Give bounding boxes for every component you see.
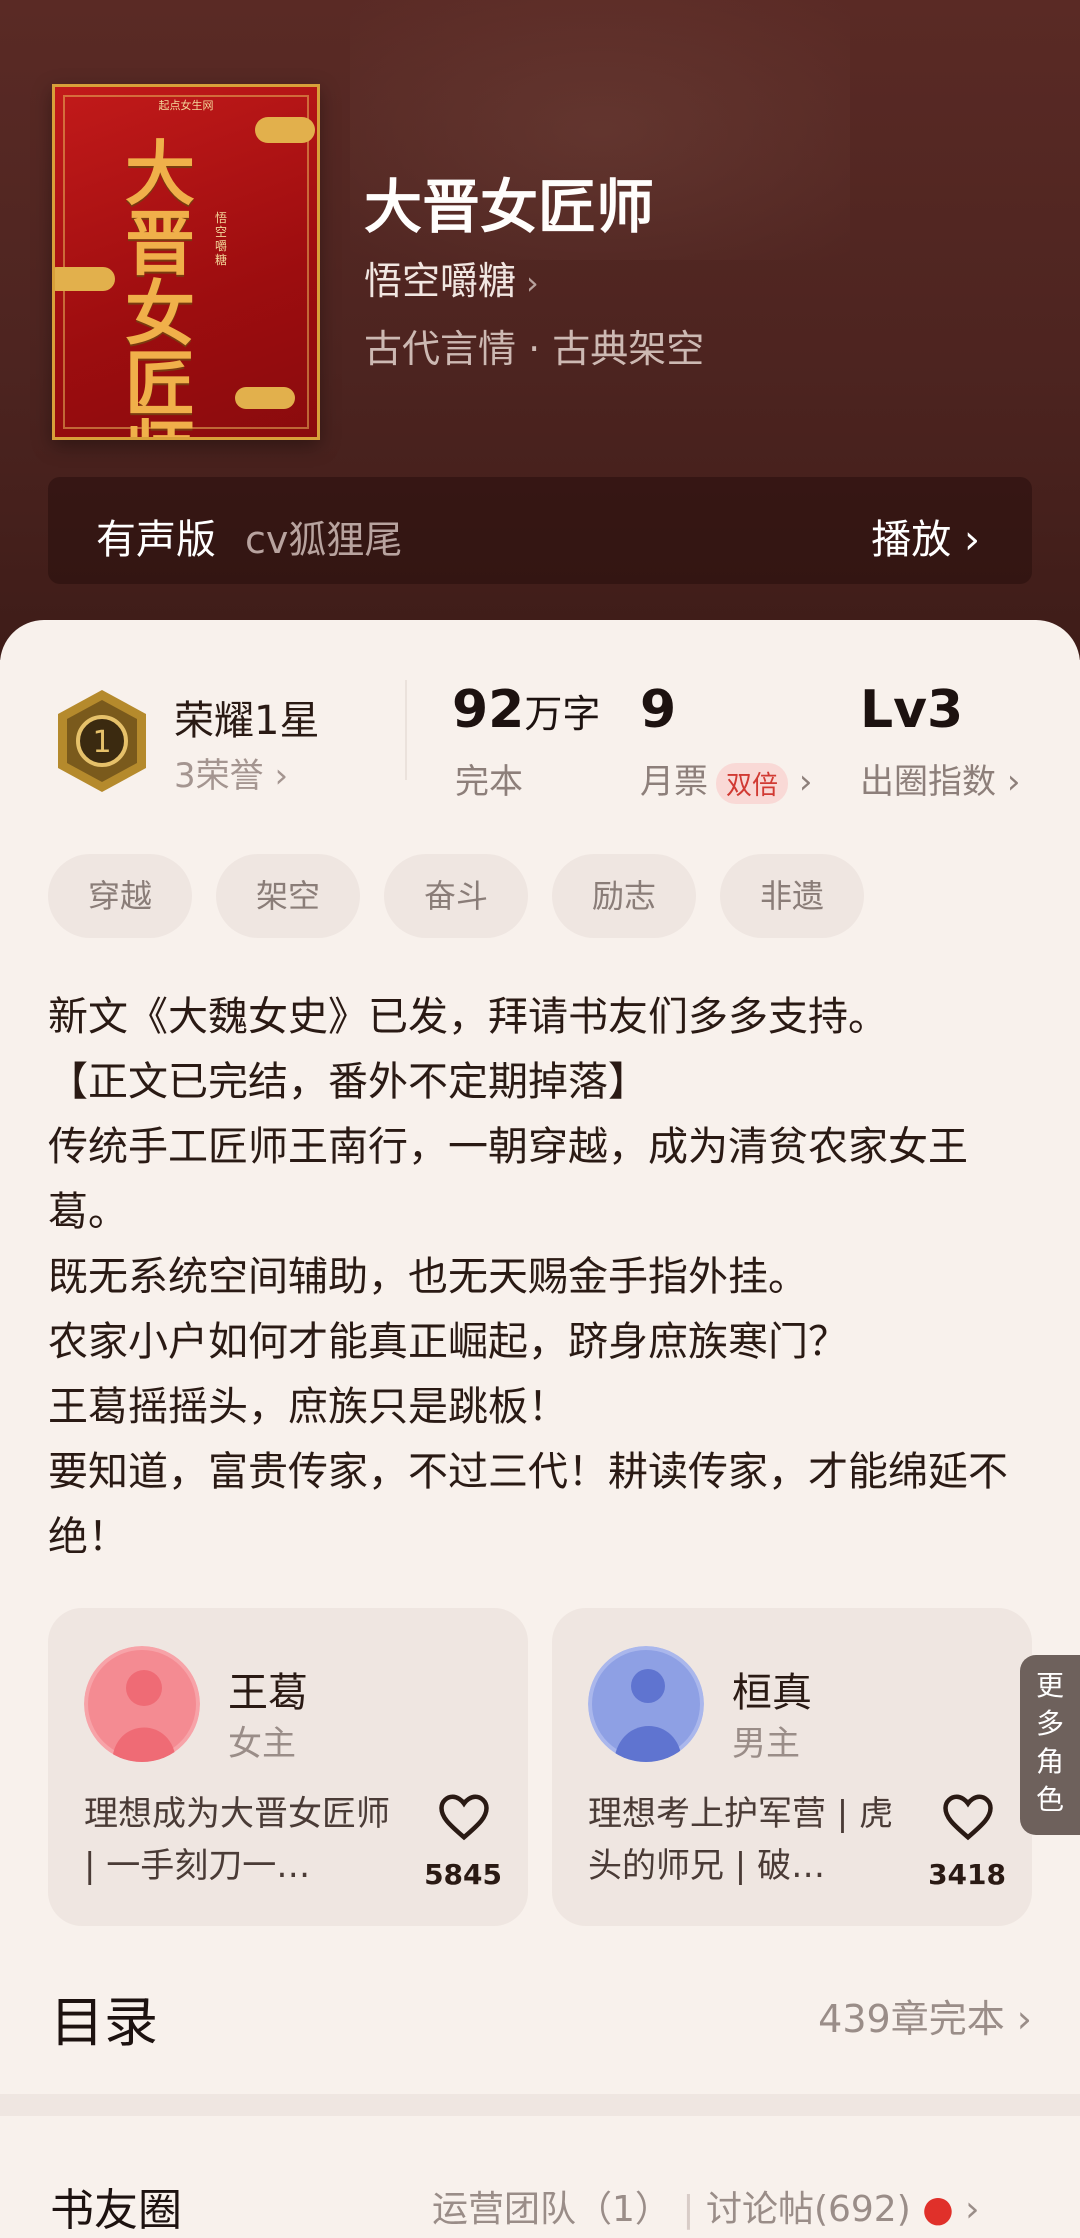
description-line: 【正文已完结，番外不定期掉落】 bbox=[48, 1059, 648, 1105]
cover-title-art: 大晋女匠师 bbox=[125, 132, 195, 438]
chevron-right-icon: › bbox=[1006, 762, 1021, 802]
reader-circle-title: 书友圈 bbox=[50, 2185, 182, 2236]
honor-title: 荣耀1星 bbox=[174, 698, 320, 744]
like-count: 3418 bbox=[928, 1858, 1006, 1891]
fire-icon: ● bbox=[922, 2189, 954, 2230]
audio-narrator: cv狐狸尾 bbox=[245, 518, 403, 562]
honor-count: 3荣誉 bbox=[174, 756, 264, 796]
character-card[interactable]: 桓真 男主 理想考上护军营 | 虎头的师兄 | 破… 3418 bbox=[552, 1608, 1032, 1926]
toc-link[interactable]: 439章完本 › bbox=[818, 1988, 1032, 2043]
tag-chip[interactable]: 非遗 bbox=[720, 854, 864, 938]
play-label: 播放 bbox=[871, 517, 952, 563]
chevron-right-icon: › bbox=[526, 264, 539, 302]
audio-version-bar[interactable]: 有声版 cv狐狸尾 播放 › bbox=[48, 477, 1032, 584]
description-line: 农家小户如何才能真正崛起，跻身庶族寒门？ bbox=[48, 1319, 848, 1365]
word-count-value: 92 bbox=[452, 680, 525, 740]
play-button[interactable]: 播放 › bbox=[871, 507, 980, 565]
toc-title: 目录 bbox=[50, 1991, 158, 2054]
separator: | bbox=[682, 2189, 706, 2230]
book-description[interactable]: 新文《大魏女史》已发，拜请书友们多多支持。 【正文已完结，番外不定期掉落】 传统… bbox=[48, 985, 1038, 1570]
book-header: 起点女生网 大晋女匠师 悟空嚼糖 大晋女匠师 悟空嚼糖› 古代言情 · 古典架空… bbox=[0, 0, 1080, 660]
more-characters-label: 更多角色 bbox=[1035, 1669, 1064, 1816]
character-role: 男主 bbox=[732, 1724, 800, 1764]
heart-icon bbox=[943, 1794, 993, 1841]
influence-label: 出圈指数 bbox=[860, 762, 996, 802]
description-line: 王葛摇摇头，庶族只是跳板！ bbox=[48, 1384, 568, 1430]
tag-chip[interactable]: 架空 bbox=[216, 854, 360, 938]
character-desc: 理想成为大晋女匠师 | 一手刻刀一… bbox=[84, 1794, 390, 1886]
cover-publisher: 起点女生网 bbox=[158, 99, 214, 112]
word-count-unit: 万字 bbox=[524, 692, 601, 736]
chevron-right-icon: › bbox=[964, 517, 980, 563]
like-count: 5845 bbox=[424, 1858, 502, 1891]
reader-circle-links[interactable]: 运营团队（1） | 讨论帖(692) ● › bbox=[432, 2180, 979, 2232]
description-line: 传统手工匠师王南行，一朝穿越，成为清贫农家女王葛。 bbox=[48, 1124, 968, 1235]
monthly-ticket-count: 9 bbox=[640, 680, 677, 740]
chevron-right-icon: › bbox=[798, 762, 813, 802]
like-button[interactable] bbox=[436, 1792, 492, 1846]
like-button[interactable] bbox=[940, 1792, 996, 1846]
divider bbox=[405, 680, 407, 780]
section-separator bbox=[0, 2094, 1080, 2116]
character-avatar bbox=[588, 1646, 704, 1762]
completion-status: 完本 bbox=[455, 762, 523, 802]
operations-team-link[interactable]: 运营团队（1） bbox=[432, 2189, 671, 2230]
honor-link[interactable]: 3荣誉 › bbox=[174, 748, 288, 797]
character-name: 桓真 bbox=[732, 1670, 812, 1716]
description-line: 新文《大魏女史》已发，拜请书友们多多支持。 bbox=[48, 994, 888, 1040]
character-name: 王葛 bbox=[228, 1670, 308, 1716]
description-line: 要知道，富贵传家，不过三代！耕读传家，才能绵延不绝！ bbox=[48, 1449, 1008, 1560]
chevron-right-icon: › bbox=[965, 2189, 980, 2230]
honor-medal-icon: 1 bbox=[58, 690, 146, 792]
book-cover-image[interactable]: 起点女生网 大晋女匠师 悟空嚼糖 bbox=[52, 84, 320, 440]
author-name: 悟空嚼糖 bbox=[364, 259, 517, 303]
discussion-posts-link[interactable]: 讨论帖(692) bbox=[706, 2189, 911, 2230]
chevron-right-icon: › bbox=[274, 756, 289, 796]
character-desc: 理想考上护军营 | 虎头的师兄 | 破… bbox=[588, 1794, 894, 1886]
tag-chip[interactable]: 励志 bbox=[552, 854, 696, 938]
character-role: 女主 bbox=[228, 1724, 296, 1764]
heart-icon bbox=[439, 1794, 489, 1841]
character-card[interactable]: 王葛 女主 理想成为大晋女匠师 | 一手刻刀一… 5845 bbox=[48, 1608, 528, 1926]
author-link[interactable]: 悟空嚼糖 › bbox=[364, 250, 539, 305]
monthly-ticket-label: 月票 bbox=[640, 762, 708, 802]
cover-cloud bbox=[235, 387, 295, 409]
character-avatar bbox=[84, 1646, 200, 1762]
toc-status: 439章完本 bbox=[818, 1997, 1005, 2041]
word-count: 92万字 bbox=[452, 680, 600, 740]
chevron-right-icon: › bbox=[1016, 1997, 1032, 2041]
book-title: 大晋女匠师 bbox=[364, 173, 655, 241]
tag-chip[interactable]: 穿越 bbox=[48, 854, 192, 938]
cover-cloud bbox=[255, 117, 315, 143]
monthly-ticket-link[interactable]: 月票 双倍 › bbox=[640, 754, 812, 804]
cover-cloud bbox=[55, 267, 115, 291]
description-line: 既无系统空间辅助，也无天赐金手指外挂。 bbox=[48, 1254, 808, 1300]
tag-chip[interactable]: 奋斗 bbox=[384, 854, 528, 938]
influence-level: Lv3 bbox=[860, 680, 964, 740]
audio-label: 有声版 bbox=[96, 517, 216, 563]
influence-link[interactable]: 出圈指数 › bbox=[860, 754, 1020, 803]
more-characters-button[interactable]: 更多角色 bbox=[1020, 1655, 1080, 1835]
book-genre: 古代言情 · 古典架空 bbox=[364, 327, 705, 371]
cover-author-art: 悟空嚼糖 bbox=[215, 211, 228, 267]
svg-text:1: 1 bbox=[92, 725, 111, 760]
double-badge: 双倍 bbox=[716, 763, 789, 804]
